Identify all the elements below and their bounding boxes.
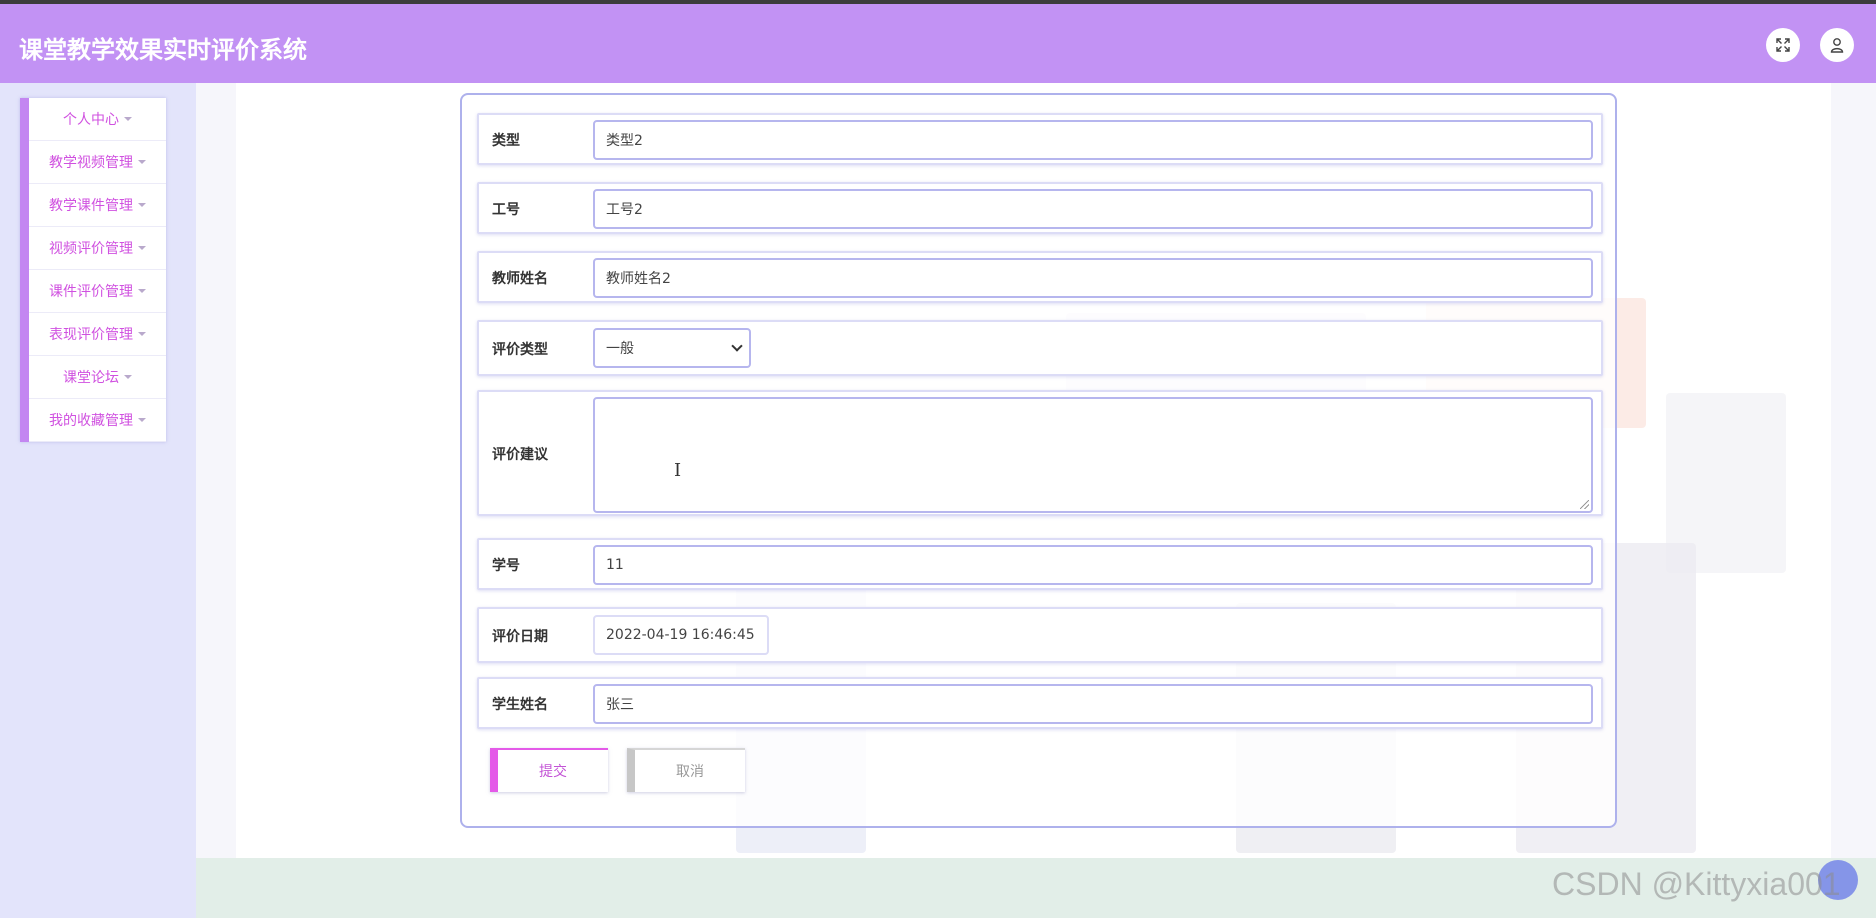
sidebar-item-label: 视频评价管理 — [49, 241, 133, 257]
chevron-down-icon — [731, 340, 743, 352]
caret-down-icon — [138, 203, 146, 207]
caret-down-icon — [138, 418, 146, 422]
user-button[interactable] — [1820, 28, 1854, 62]
form-row-eval-type: 评价类型 一般 — [477, 320, 1603, 376]
sidebar-item-label: 我的收藏管理 — [49, 413, 133, 429]
form-row-eval-date: 评价日期 2022-04-19 16:46:45 — [477, 607, 1603, 663]
form-row-teacher-name: 教师姓名 教师姓名2 — [477, 251, 1603, 303]
form-row-student-name: 学生姓名 张三 — [477, 677, 1603, 729]
expand-icon — [1776, 38, 1790, 52]
user-icon — [1830, 38, 1844, 53]
student-name-input[interactable]: 张三 — [593, 684, 1593, 724]
job-no-input[interactable]: 工号2 — [593, 189, 1593, 229]
sidebar-item-favorites[interactable]: 我的收藏管理 — [29, 399, 166, 442]
sidebar-item-label: 教学视频管理 — [49, 155, 133, 171]
form-row-student-no: 学号 11 — [477, 538, 1603, 590]
resize-grip-icon[interactable] — [1580, 500, 1589, 509]
caret-down-icon — [138, 289, 146, 293]
caret-down-icon — [138, 246, 146, 250]
app-title: 课堂教学效果实时评价系统 — [19, 36, 307, 64]
submit-button[interactable]: 提交 — [490, 748, 608, 792]
sidebar-item-label: 课堂论坛 — [63, 370, 119, 386]
student-no-label: 学号 — [492, 558, 520, 574]
teacher-name-input[interactable]: 教师姓名2 — [593, 258, 1593, 298]
caret-down-icon — [124, 117, 132, 121]
form-row-suggestion: 评价建议 — [477, 390, 1603, 516]
sidebar-item-label: 教学课件管理 — [49, 198, 133, 214]
sidebar-item-label: 课件评价管理 — [49, 284, 133, 300]
sidebar-menu: 个人中心 教学视频管理 教学课件管理 视频评价管理 课件评价管理 表现评价管理 … — [20, 98, 166, 442]
job-no-label: 工号 — [492, 202, 520, 218]
fullscreen-button[interactable] — [1766, 28, 1800, 62]
caret-down-icon — [124, 375, 132, 379]
caret-down-icon — [138, 332, 146, 336]
sidebar-item-video-evaluation[interactable]: 视频评价管理 — [29, 227, 166, 270]
eval-type-select[interactable]: 一般 — [593, 328, 751, 368]
sidebar-item-label: 个人中心 — [63, 112, 119, 128]
app-header: 课堂教学效果实时评价系统 — [0, 4, 1876, 83]
eval-type-selected: 一般 — [606, 341, 634, 357]
sidebar-item-courseware-management[interactable]: 教学课件管理 — [29, 184, 166, 227]
eval-date-label: 评价日期 — [492, 629, 548, 645]
form-row-type: 类型 类型2 — [477, 113, 1603, 165]
suggestion-textarea[interactable] — [593, 397, 1593, 513]
eval-date-input[interactable]: 2022-04-19 16:46:45 — [593, 615, 769, 655]
evaluation-form: 类型 类型2 工号 工号2 教师姓名 教师姓名2 评价类型 一般 评价建议 学号… — [460, 93, 1617, 828]
sidebar-item-performance-evaluation[interactable]: 表现评价管理 — [29, 313, 166, 356]
sidebar-item-video-management[interactable]: 教学视频管理 — [29, 141, 166, 184]
sidebar-item-personal-center[interactable]: 个人中心 — [29, 98, 166, 141]
teacher-name-label: 教师姓名 — [492, 271, 548, 287]
form-row-job-no: 工号 工号2 — [477, 182, 1603, 234]
type-input[interactable]: 类型2 — [593, 120, 1593, 160]
type-label: 类型 — [492, 133, 520, 149]
sidebar-item-label: 表现评价管理 — [49, 327, 133, 343]
caret-down-icon — [138, 160, 146, 164]
sidebar-item-forum[interactable]: 课堂论坛 — [29, 356, 166, 399]
text-cursor-icon: I — [674, 460, 682, 481]
watermark: CSDN @Kittyxia001 — [1552, 866, 1841, 902]
sidebar-item-courseware-evaluation[interactable]: 课件评价管理 — [29, 270, 166, 313]
student-name-label: 学生姓名 — [492, 697, 548, 713]
cancel-button[interactable]: 取消 — [627, 748, 745, 792]
student-no-input[interactable]: 11 — [593, 545, 1593, 585]
eval-type-label: 评价类型 — [492, 342, 548, 358]
suggestion-label: 评价建议 — [492, 447, 548, 463]
